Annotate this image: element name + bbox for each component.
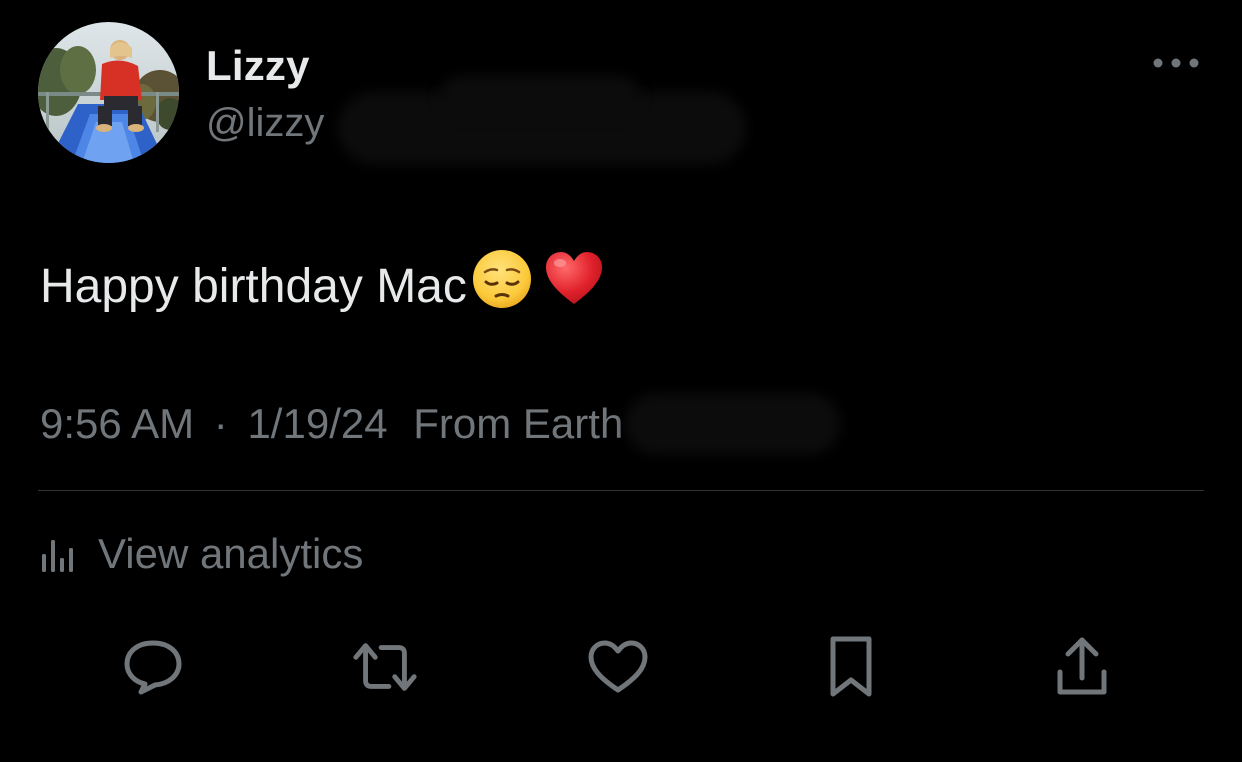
redaction-overlay [626, 394, 840, 454]
share-upload-icon [1057, 637, 1107, 695]
tweet-text-content: Happy birthday Mac [40, 259, 467, 313]
view-analytics-label[interactable]: View analytics [98, 530, 363, 578]
repost-button[interactable] [350, 632, 420, 702]
timestamp-separator: · [213, 400, 228, 447]
divider [38, 490, 1204, 491]
user-handle[interactable]: @lizzy [206, 98, 324, 148]
pensive-face-emoji [471, 248, 533, 325]
analytics-bars-icon [40, 534, 76, 574]
tweet-timestamp: 9:56 AM · 1/19/24 From Earth [40, 398, 623, 450]
bookmark-icon [830, 636, 872, 697]
speech-bubble-icon [124, 640, 182, 695]
red-heart-emoji [543, 248, 605, 325]
tweet-text: Happy birthday Mac [40, 248, 605, 325]
tweet-date[interactable]: 1/19/24 [247, 400, 387, 447]
tweet-time[interactable]: 9:56 AM [40, 400, 194, 447]
avatar-photo [38, 22, 179, 163]
user-avatar[interactable] [38, 22, 179, 163]
reply-button[interactable] [118, 632, 188, 702]
heart-icon [588, 640, 648, 693]
view-analytics-link[interactable]: View analytics [40, 527, 363, 581]
tweet-location: From Earth [413, 400, 624, 447]
display-name[interactable]: Lizzy [206, 40, 310, 92]
more-options-button[interactable] [1148, 48, 1204, 78]
repost-arrows-icon [353, 643, 417, 691]
more-dots-icon [1153, 58, 1199, 68]
redaction-overlay [440, 76, 640, 116]
bookmark-button[interactable] [816, 632, 886, 702]
like-button[interactable] [583, 632, 653, 702]
share-button[interactable] [1047, 632, 1117, 702]
tweet-detail: Lizzy @lizzy Happy birthday Mac 9:56 AM … [0, 0, 1242, 762]
